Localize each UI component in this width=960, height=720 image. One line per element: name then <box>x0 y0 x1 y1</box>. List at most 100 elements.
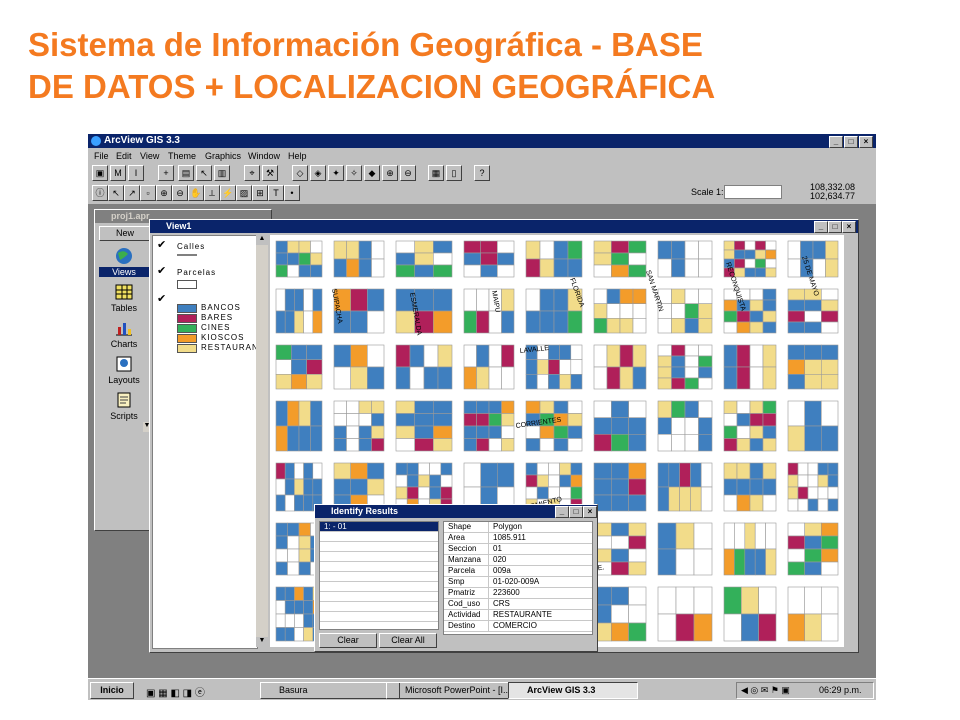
parcel[interactable] <box>744 258 756 269</box>
parcel[interactable] <box>303 600 314 615</box>
parcel[interactable] <box>525 288 541 312</box>
parcel[interactable] <box>367 288 385 312</box>
parcel[interactable] <box>312 288 323 312</box>
parcel[interactable] <box>610 535 629 550</box>
parcel[interactable] <box>395 462 408 476</box>
parcel[interactable] <box>284 627 295 642</box>
parcel[interactable] <box>548 344 560 360</box>
parcel[interactable] <box>804 561 822 576</box>
parcel[interactable] <box>333 400 347 414</box>
parcel[interactable] <box>749 462 764 480</box>
parcel[interactable] <box>749 494 764 512</box>
parcel[interactable] <box>749 478 764 496</box>
parcel[interactable] <box>787 561 806 576</box>
parcel[interactable] <box>548 374 560 390</box>
parcel[interactable] <box>433 310 453 334</box>
parcel[interactable] <box>804 299 822 312</box>
parcel[interactable] <box>610 252 629 266</box>
parcel[interactable] <box>497 462 515 488</box>
parcel[interactable] <box>787 258 801 278</box>
parcel[interactable] <box>290 359 307 375</box>
parcel[interactable] <box>671 288 686 304</box>
parcel[interactable] <box>437 366 453 390</box>
parcel[interactable] <box>758 613 777 642</box>
parcel[interactable] <box>593 344 608 368</box>
parcel[interactable] <box>371 438 385 452</box>
parcel[interactable] <box>765 522 777 550</box>
parcel[interactable] <box>298 252 311 266</box>
parcel[interactable] <box>684 240 699 260</box>
parcel[interactable] <box>698 434 713 452</box>
help-icon[interactable]: ? <box>474 165 490 181</box>
parcel[interactable] <box>433 252 453 266</box>
parcel[interactable] <box>350 344 368 368</box>
parcel[interactable] <box>820 400 839 427</box>
parcel[interactable] <box>610 264 629 278</box>
zoom-active-icon[interactable]: ✧ <box>346 165 362 181</box>
parcel[interactable] <box>610 434 629 452</box>
parcel[interactable] <box>593 400 612 419</box>
parcel[interactable] <box>476 366 490 390</box>
parcel[interactable] <box>406 486 419 500</box>
parcel[interactable] <box>480 252 498 266</box>
parcel[interactable] <box>497 264 515 278</box>
parcel[interactable] <box>698 240 713 260</box>
parcel[interactable] <box>312 478 323 496</box>
parcel[interactable] <box>539 310 555 334</box>
parcel[interactable] <box>593 366 608 390</box>
parcel[interactable] <box>287 522 300 537</box>
parcel[interactable] <box>619 366 634 390</box>
parcel[interactable] <box>657 522 677 550</box>
parcel[interactable] <box>693 548 713 576</box>
parcel[interactable] <box>284 586 295 601</box>
parcel[interactable] <box>690 462 702 488</box>
parcel[interactable] <box>525 474 538 488</box>
parcel[interactable] <box>787 310 806 323</box>
parcel[interactable] <box>553 400 569 414</box>
project-item-layouts[interactable]: Layouts <box>99 354 149 388</box>
parcel[interactable] <box>567 258 583 278</box>
parcel[interactable] <box>628 462 647 480</box>
parcel[interactable] <box>525 240 541 260</box>
parcel[interactable] <box>807 474 819 488</box>
parcel[interactable] <box>804 344 822 360</box>
parcel[interactable] <box>350 288 368 312</box>
parcel[interactable] <box>275 548 288 563</box>
parcel[interactable] <box>671 344 686 357</box>
parcel[interactable] <box>548 474 560 488</box>
parcel[interactable] <box>807 498 819 512</box>
parcel[interactable] <box>548 359 560 375</box>
parcel[interactable] <box>698 318 713 334</box>
parcel[interactable] <box>734 258 746 269</box>
parcel[interactable] <box>657 366 672 379</box>
parcel[interactable] <box>684 417 699 435</box>
parcel[interactable] <box>395 366 411 390</box>
parcel[interactable] <box>463 344 477 368</box>
parcel[interactable] <box>306 359 323 375</box>
parcel[interactable] <box>501 425 515 439</box>
parcel[interactable] <box>275 478 286 496</box>
parcel[interactable] <box>488 344 502 368</box>
parcel[interactable] <box>820 288 839 301</box>
parcel[interactable] <box>525 258 541 278</box>
parcel[interactable] <box>284 462 295 480</box>
parcel[interactable] <box>679 486 691 512</box>
parcel[interactable] <box>684 377 699 390</box>
parcel[interactable] <box>675 522 695 550</box>
parcel[interactable] <box>395 425 416 439</box>
parcel[interactable] <box>754 548 766 576</box>
parcel[interactable] <box>294 494 304 512</box>
parcel[interactable] <box>671 303 686 319</box>
parcel[interactable] <box>693 586 713 615</box>
parcel[interactable] <box>671 240 686 260</box>
project-item-scripts[interactable]: Scripts <box>99 390 149 424</box>
parcel[interactable] <box>657 548 677 576</box>
parcel[interactable] <box>303 478 314 496</box>
parcel[interactable] <box>476 310 490 334</box>
parcel[interactable] <box>723 613 742 642</box>
parcel[interactable] <box>488 438 502 452</box>
vertex-icon[interactable]: ↗ <box>124 185 140 201</box>
parcel[interactable] <box>312 462 323 480</box>
parcel[interactable] <box>559 474 572 488</box>
parcel[interactable] <box>628 604 647 624</box>
